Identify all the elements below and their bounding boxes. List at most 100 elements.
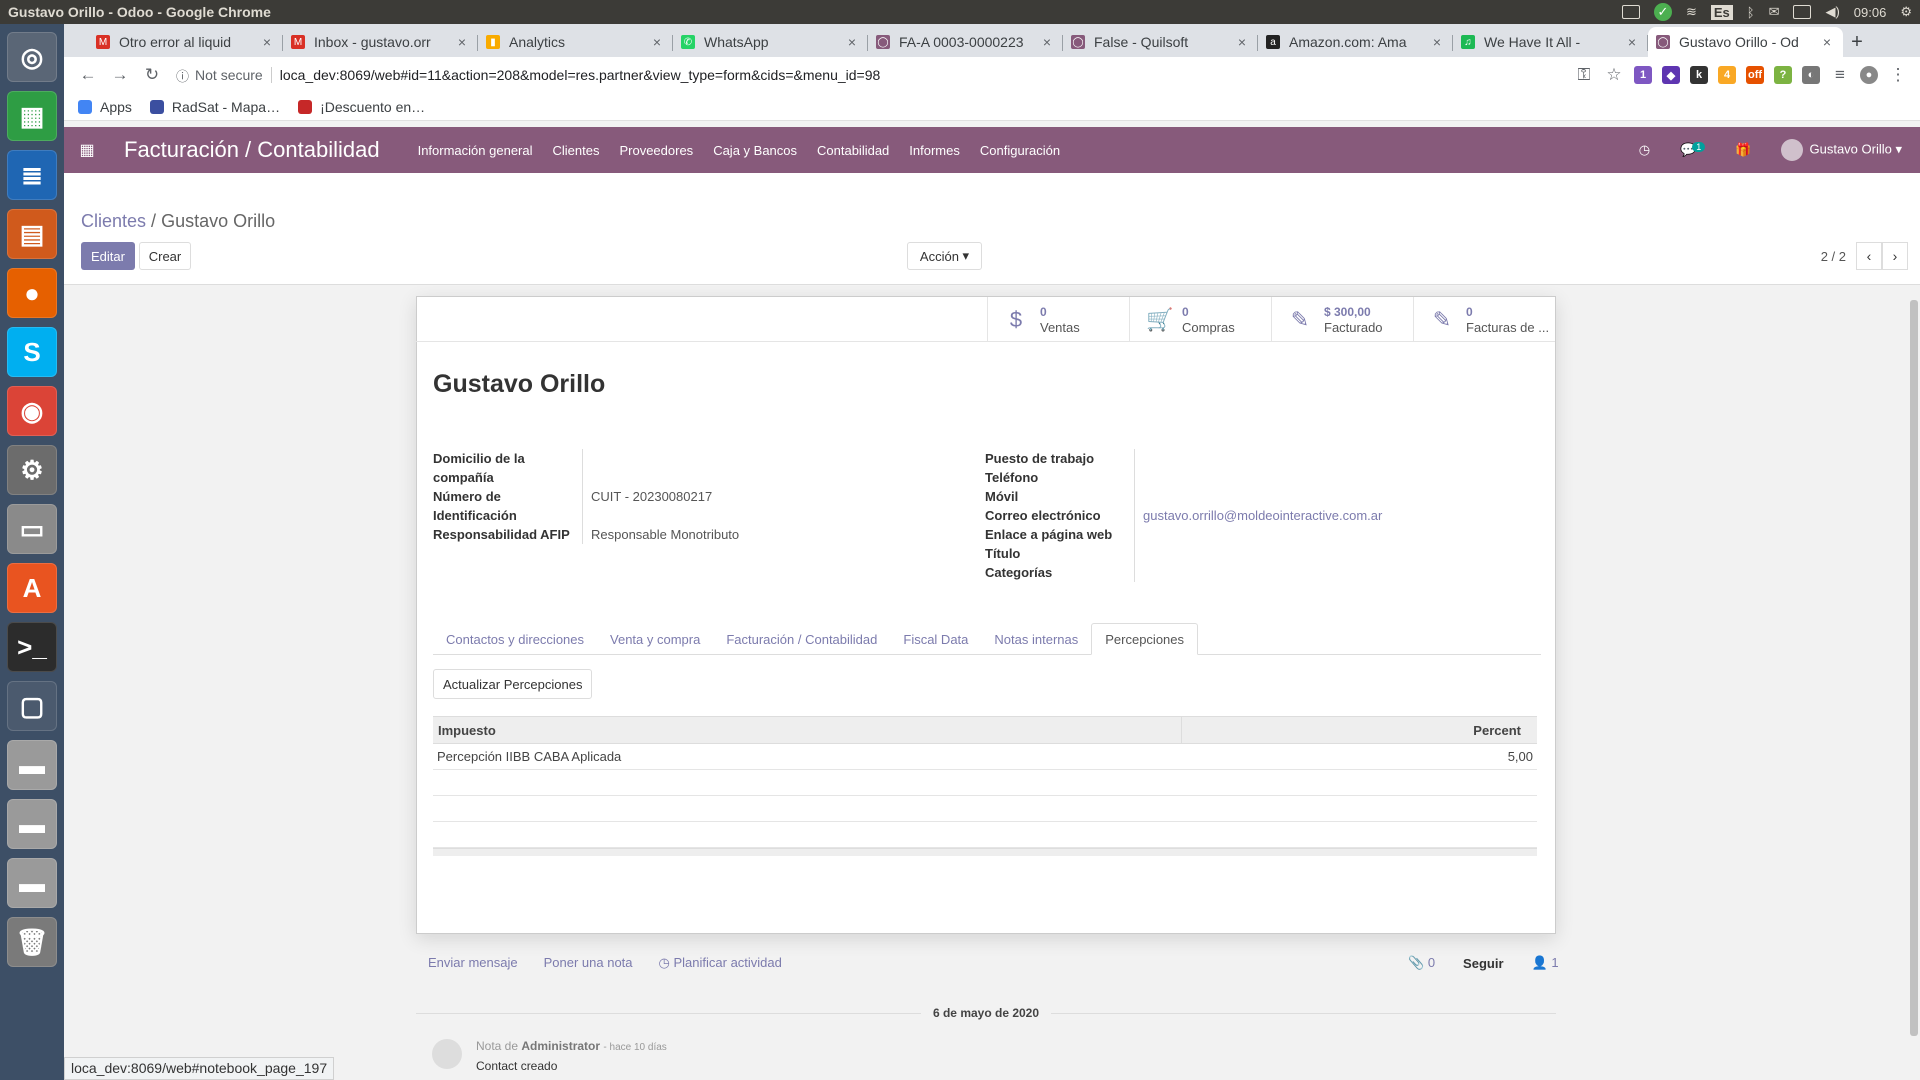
log-note-link[interactable]: Poner una nota (544, 955, 633, 971)
browser-tab[interactable]: ✆ WhatsApp × (673, 27, 868, 57)
software-center-icon[interactable]: A (7, 563, 57, 613)
wifi-icon[interactable]: ≋ (1686, 4, 1697, 20)
tab-close-icon[interactable]: × (1234, 34, 1250, 50)
reload-icon[interactable]: ↻ (136, 61, 168, 89)
browser-tab[interactable]: ♫ We Have It All - × (1453, 27, 1648, 57)
notebook-tab[interactable]: Notas internas (981, 623, 1091, 655)
settings-icon[interactable]: ⚙ (7, 445, 57, 495)
files-icon[interactable]: ▭ (7, 504, 57, 554)
key-icon[interactable]: ⚿ (1574, 61, 1594, 89)
menu-item-5[interactable]: Informes (909, 143, 960, 158)
mail-icon[interactable]: ✉ (1769, 4, 1780, 20)
tab-close-icon[interactable]: × (454, 34, 470, 50)
profile-avatar[interactable]: ● (1860, 66, 1878, 84)
browser-tab[interactable]: ▮ Analytics × (478, 27, 673, 57)
notebook-tab[interactable]: Fiscal Data (890, 623, 981, 655)
bookmark-item[interactable]: Apps (78, 99, 132, 115)
menu-item-4[interactable]: Contabilidad (817, 143, 889, 158)
url-text[interactable]: loca_dev:8069/web#id=11&action=208&model… (280, 67, 881, 83)
activity-clock-icon[interactable]: ◷ (1639, 142, 1650, 158)
volume-icon[interactable]: ◀) (1825, 4, 1839, 20)
attachments-button[interactable]: 📎 0 (1408, 955, 1435, 971)
menu-item-6[interactable]: Configuración (980, 143, 1060, 158)
scrollbar-thumb[interactable] (1910, 300, 1918, 1036)
pager-value[interactable]: 2 / 2 (1821, 249, 1846, 264)
stat-button-sales[interactable]: $0 Ventas (987, 297, 1129, 342)
bluetooth-icon[interactable]: ᛒ (1747, 5, 1755, 20)
message-author[interactable]: Administrator (521, 1039, 600, 1053)
forward-icon[interactable]: → (104, 61, 136, 89)
browser-tab[interactable]: M Otro error al liquid × (88, 27, 283, 57)
calc-icon[interactable]: ▦ (7, 91, 57, 141)
action-dropdown[interactable]: Acción ▾ (907, 242, 982, 270)
menu-item-2[interactable]: Proveedores (619, 143, 693, 158)
tab-close-icon[interactable]: × (1039, 34, 1055, 50)
bookmark-star-icon[interactable]: ☆ (1604, 61, 1624, 89)
menu-item-3[interactable]: Caja y Bancos (713, 143, 797, 158)
notebook-tab[interactable]: Venta y compra (597, 623, 713, 655)
messaging-icon[interactable]: 💬1 (1680, 142, 1706, 158)
column-header-percent[interactable]: Percent (1181, 716, 1537, 744)
drive-icon-2[interactable]: ▬ (7, 799, 57, 849)
terminal-icon[interactable]: >_ (7, 622, 57, 672)
impress-icon[interactable]: ▤ (7, 209, 57, 259)
extension-icon-3[interactable]: k (1690, 66, 1708, 84)
skype-icon[interactable]: S (7, 327, 57, 377)
tab-close-icon[interactable]: × (1624, 34, 1640, 50)
bookmark-item[interactable]: ¡Descuento en… (298, 99, 425, 115)
send-message-link[interactable]: Enviar mensaje (428, 955, 518, 971)
stat-button-vendor-bills[interactable]: ✎ 0 Facturas de ... (1413, 297, 1555, 342)
new-tab-button[interactable]: + (1843, 27, 1871, 57)
window-icon[interactable]: ▢ (7, 681, 57, 731)
breadcrumb-parent[interactable]: Clientes (81, 211, 146, 231)
browser-tab[interactable]: ◯ Gustavo Orillo - Od × (1648, 27, 1843, 57)
extension-icon-7[interactable]: ◐ (1802, 66, 1820, 84)
extension-icon-4[interactable]: 4 (1718, 66, 1736, 84)
app-title[interactable]: Facturación / Contabilidad (124, 137, 380, 163)
back-icon[interactable]: ← (72, 61, 104, 89)
tab-close-icon[interactable]: × (844, 34, 860, 50)
browser-tab[interactable]: ◯ FA-A 0003-0000223 × (868, 27, 1063, 57)
gift-icon[interactable]: 🎁 (1735, 142, 1751, 158)
notebook-tab[interactable]: Facturación / Contabilidad (713, 623, 890, 655)
browser-tab[interactable]: ◯ False - Quilsoft × (1063, 27, 1258, 57)
address-bar[interactable]: ⓘ Not secure loca_dev:8069/web#id=11&act… (176, 61, 1574, 89)
follow-button[interactable]: Seguir (1463, 956, 1503, 971)
extension-icon-6[interactable]: ? (1774, 66, 1792, 84)
column-header-tax[interactable]: Impuesto (433, 716, 1182, 744)
schedule-activity-link[interactable]: ◷ Planificar actividad (659, 955, 782, 971)
tab-close-icon[interactable]: × (649, 34, 665, 50)
apps-grid-icon[interactable]: ▦ (64, 127, 110, 173)
drive-icon-3[interactable]: ▬ (7, 858, 57, 908)
update-perceptions-button[interactable]: Actualizar Percepciones (433, 669, 593, 699)
followers-button[interactable]: 👤 1 (1532, 955, 1559, 971)
chrome-menu-icon[interactable]: ⋮ (1888, 61, 1908, 89)
page-scrollbar[interactable] (1908, 286, 1918, 1080)
menu-item-1[interactable]: Clientes (553, 143, 600, 158)
keyboard-layout[interactable]: Es (1710, 4, 1733, 20)
browser-tab[interactable]: a Amazon.com: Ama × (1258, 27, 1453, 57)
notebook-tab[interactable]: Contactos y direcciones (433, 623, 597, 655)
user-menu[interactable]: Gustavo Orillo ▾ (1781, 139, 1902, 161)
stat-button-invoiced[interactable]: ✎ $ 300,00 Facturado (1271, 297, 1413, 342)
pager-next-icon[interactable]: › (1882, 242, 1908, 270)
chrome-icon[interactable]: ◉ (7, 386, 57, 436)
stat-button-purchases[interactable]: 🛒 0 Compras (1129, 297, 1271, 342)
power-gear-icon[interactable]: ⚙ (1900, 4, 1912, 20)
pager-previous-icon[interactable]: ‹ (1856, 242, 1882, 270)
firefox-icon[interactable]: ● (7, 268, 57, 318)
drive-icon-1[interactable]: ▬ (7, 740, 57, 790)
extension-icon-2[interactable]: ◆ (1662, 66, 1680, 84)
battery-indicator-icon[interactable] (1621, 5, 1640, 19)
browser-tab[interactable]: M Inbox - gustavo.orr × (283, 27, 478, 57)
dash-icon[interactable]: ◎ (7, 32, 57, 82)
media-control-icon[interactable]: ≡ (1830, 61, 1850, 89)
writer-icon[interactable]: ≣ (7, 150, 57, 200)
extension-icon-5[interactable]: off (1746, 66, 1764, 84)
edit-button[interactable]: Editar (81, 242, 135, 270)
bookmark-item[interactable]: RadSat - Mapa… (149, 99, 280, 115)
battery-icon[interactable] (1793, 5, 1812, 19)
info-icon[interactable]: ⓘ (176, 66, 189, 85)
sync-check-icon[interactable]: ✓ (1653, 3, 1672, 21)
menu-item-0[interactable]: Información general (418, 143, 533, 158)
